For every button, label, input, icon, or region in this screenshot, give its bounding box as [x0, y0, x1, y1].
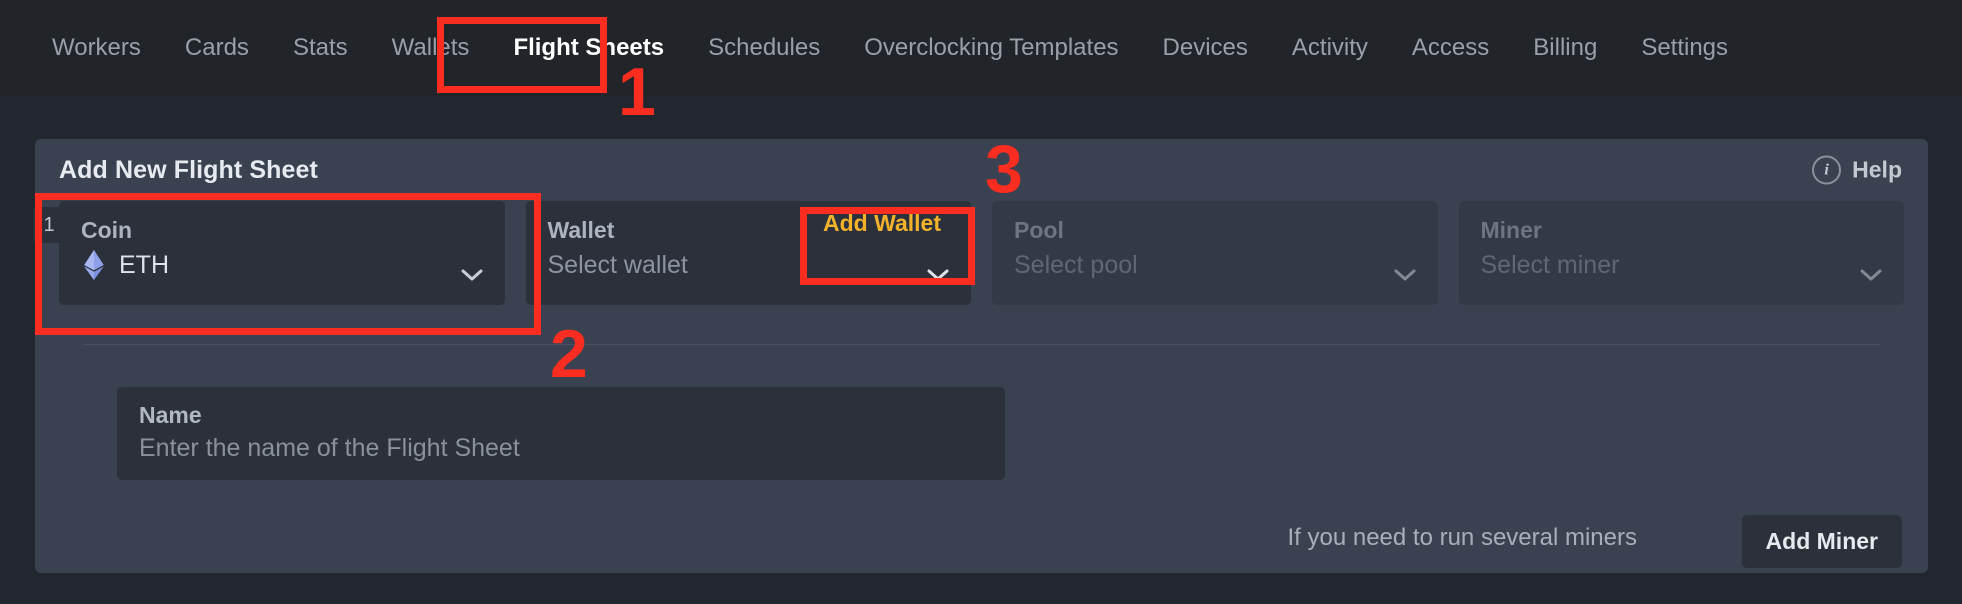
flight-sheet-name-field[interactable]: Name [117, 387, 1005, 480]
help-button[interactable]: i Help [1812, 155, 1902, 185]
wallet-value: Select wallet [547, 251, 688, 279]
nav-item-devices[interactable]: Devices [1141, 0, 1270, 96]
add-wallet-button[interactable]: Add Wallet [823, 210, 941, 237]
coin-step-badge: 1 [33, 207, 65, 243]
coin-label: Coin [81, 217, 133, 243]
pool-select[interactable]: Pool Select pool [992, 201, 1438, 305]
coin-value-row: ETH [81, 245, 483, 285]
card-header: Add New Flight Sheet i Help [35, 139, 1928, 201]
app-root: Workers Cards Stats Wallets Flight Sheet… [0, 0, 1962, 604]
nav-item-schedules[interactable]: Schedules [686, 0, 842, 96]
nav-item-access[interactable]: Access [1390, 0, 1511, 96]
nav-item-cards[interactable]: Cards [163, 0, 271, 96]
chevron-down-icon [1860, 269, 1882, 281]
nav-item-billing[interactable]: Billing [1511, 0, 1619, 96]
chevron-down-icon [461, 269, 483, 281]
section-divider [83, 344, 1880, 345]
chevron-down-icon [927, 269, 949, 281]
selectors-row: 1 Coin ETH Wallet Select wallet Add Wall… [33, 201, 1928, 305]
name-input[interactable] [139, 430, 983, 466]
pool-label: Pool [1014, 217, 1064, 243]
nav-item-activity[interactable]: Activity [1270, 0, 1390, 96]
wallet-select[interactable]: Wallet Select wallet Add Wallet [525, 201, 971, 305]
nav-item-stats[interactable]: Stats [271, 0, 370, 96]
nav-item-wallets[interactable]: Wallets [370, 0, 492, 96]
ethereum-icon [84, 250, 104, 280]
name-label: Name [139, 402, 202, 428]
nav-item-settings[interactable]: Settings [1619, 0, 1750, 96]
pool-value: Select pool [1014, 251, 1138, 279]
info-icon: i [1812, 155, 1842, 185]
nav-item-flight-sheets[interactable]: Flight Sheets [491, 0, 686, 96]
page-title: Add New Flight Sheet [59, 155, 318, 184]
miner-value: Select miner [1480, 251, 1620, 279]
help-label: Help [1852, 156, 1902, 183]
coin-select[interactable]: 1 Coin ETH [33, 201, 505, 305]
nav-item-overclocking-templates[interactable]: Overclocking Templates [842, 0, 1140, 96]
nav-item-workers[interactable]: Workers [30, 0, 163, 96]
main-navigation: Workers Cards Stats Wallets Flight Sheet… [0, 0, 1962, 96]
add-miner-button[interactable]: Add Miner [1741, 515, 1902, 568]
coin-value: ETH [119, 251, 169, 279]
add-miner-hint: If you need to run several miners [1287, 524, 1637, 551]
chevron-down-icon [1394, 269, 1416, 281]
miner-select[interactable]: Miner Select miner [1458, 201, 1904, 305]
miner-label: Miner [1480, 217, 1542, 243]
add-flight-sheet-card: Add New Flight Sheet i Help 1 Coin ETH W… [33, 139, 1928, 573]
